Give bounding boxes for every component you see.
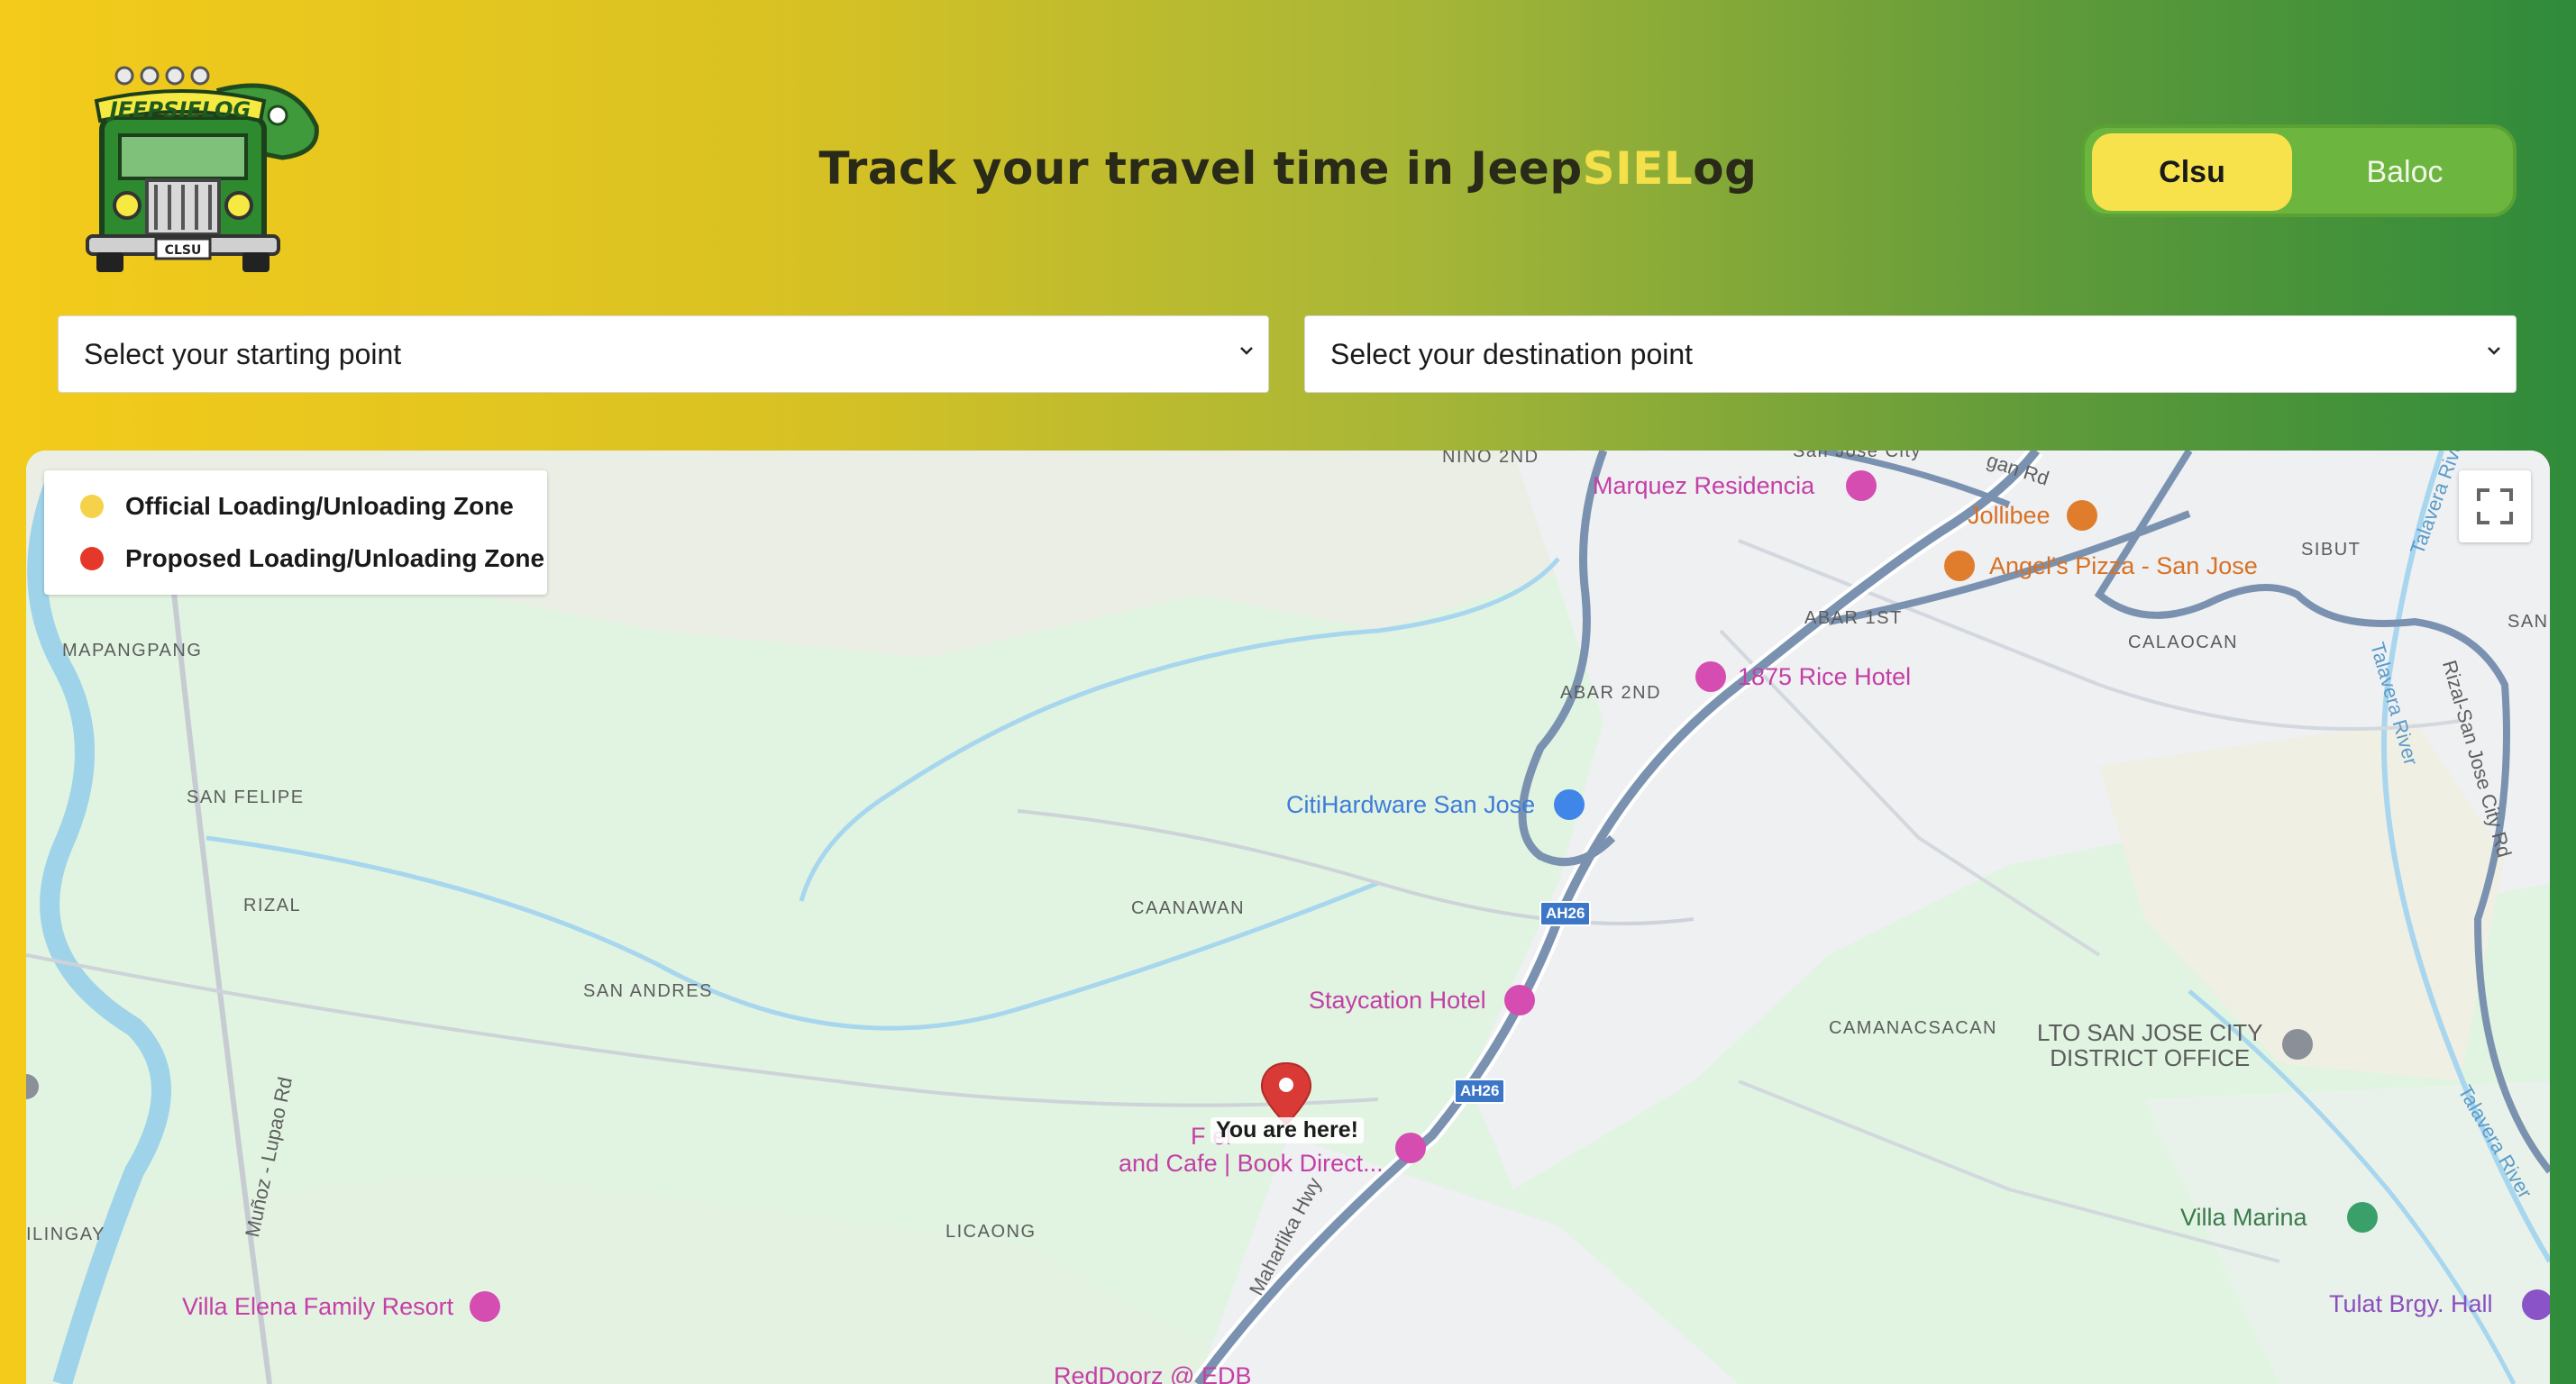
area-label-san-felipe: SAN FELIPE (187, 788, 305, 807)
title-suffix: og (1693, 142, 1758, 195)
area-label-licaong: LICAONG (945, 1222, 1037, 1242)
poi-marquez-residencia[interactable]: Marquez Residencia (1593, 472, 1814, 500)
area-label-calaocan: CALAOCAN (2128, 633, 2239, 652)
destination-point-select[interactable]: Select your destination point (1304, 315, 2517, 393)
area-label-san: SAN (2507, 612, 2549, 632)
poi-lto-line2: DISTRICT OFFICE (2050, 1044, 2251, 1071)
starting-point-value: Select your starting point (84, 337, 402, 370)
poi-angels-pizza[interactable]: Angel's Pizza - San Jose (1989, 552, 2258, 580)
poi-citihardware[interactable]: CitiHardware San Jose (1286, 791, 1535, 819)
poi-staycation-hotel[interactable]: Staycation Hotel (1309, 987, 1486, 1015)
legend-label-proposed: Proposed Loading/Unloading Zone (125, 544, 545, 572)
logo-plate: CLSU (165, 243, 202, 258)
poi-tulat-brgy-hall[interactable]: Tulat Brgy. Hall (2329, 1290, 2493, 1318)
campus-toggle: Clsu Baloc (2081, 124, 2517, 217)
poi-lto-office[interactable]: LTO SAN JOSE CITY DISTRICT OFFICE (2037, 1020, 2262, 1070)
chevron-down-icon (1240, 347, 1253, 355)
poi-reddoorz[interactable]: RedDoorz @ EDB (1054, 1362, 1251, 1384)
area-label-san-jose-city: San Jose City (1793, 451, 1922, 461)
logo-text: JEEPSIELOG (106, 97, 251, 123)
road-shield-ah26: AH26 (1539, 901, 1592, 926)
area-label-nino-2nd: NINO 2ND (1442, 451, 1539, 467)
toggle-baloc-button[interactable]: Baloc (2305, 133, 2505, 211)
area-label-caanawan: CAANAWAN (1131, 898, 1246, 918)
map-view[interactable]: Official Loading/Unloading Zone Proposed… (26, 451, 2550, 1384)
proposed-zone-dot (80, 547, 104, 570)
poi-lto-line1: LTO SAN JOSE CITY (2037, 1019, 2263, 1046)
poi-villa-marina[interactable]: Villa Marina (2180, 1204, 2307, 1232)
legend-item-proposed: Proposed Loading/Unloading Zone (80, 544, 544, 573)
toggle-clsu-button[interactable]: Clsu (2092, 133, 2292, 211)
area-label-san-andres: SAN ANDRES (583, 981, 713, 1001)
area-label-mapangpang: MAPANGPANG (62, 641, 203, 660)
poi-jollibee[interactable]: Jollibee (1968, 502, 2051, 530)
legend-item-official: Official Loading/Unloading Zone (80, 492, 514, 521)
poi-cafe-line2[interactable]: and Cafe | Book Direct... (1119, 1150, 1384, 1178)
official-zone-dot (80, 495, 104, 518)
area-label-abar-1st: ABAR 1ST (1804, 608, 1903, 628)
legend-label-official: Official Loading/Unloading Zone (125, 492, 514, 520)
you-are-here-label: You are here! (1210, 1117, 1364, 1143)
starting-point-select[interactable]: Select your starting point (58, 315, 1269, 393)
destination-point-value: Select your destination point (1330, 337, 1694, 370)
area-label-abar-2nd: ABAR 2ND (1560, 683, 1662, 703)
area-label-sibut: SIBUT (2301, 540, 2361, 560)
road-shield-ah26: AH26 (1454, 1079, 1506, 1104)
chevron-down-icon (2488, 347, 2500, 355)
area-label-camanacsacan: CAMANACSACAN (1829, 1018, 1997, 1038)
title-highlight: SIEL (1582, 142, 1694, 195)
poi-1875-rice-hotel[interactable]: 1875 Rice Hotel (1738, 663, 1911, 691)
poi-villa-elena[interactable]: Villa Elena Family Resort (182, 1293, 453, 1321)
title-prefix: Track your travel time in Jeep (818, 142, 1583, 195)
fullscreen-icon (2477, 488, 2513, 524)
area-label-rizal: RIZAL (243, 896, 302, 915)
map-legend: Official Loading/Unloading Zone Proposed… (44, 470, 547, 595)
area-label-ilingay: ILINGAY (26, 1225, 105, 1244)
fullscreen-button[interactable] (2459, 470, 2531, 542)
